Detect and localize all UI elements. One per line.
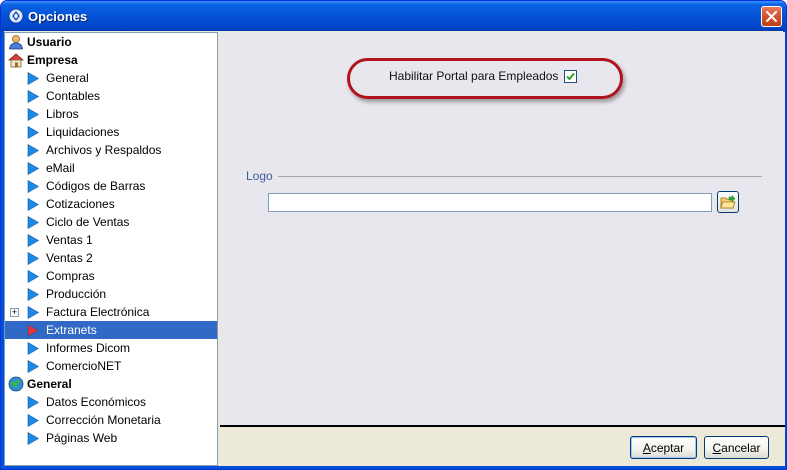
tree-item-label: Datos Económicos — [46, 395, 147, 409]
arrow-right-icon — [27, 323, 40, 337]
checkmark-icon — [566, 72, 576, 80]
tree-item-label: Compras — [46, 269, 95, 283]
tree-item-label: Contables — [46, 89, 101, 103]
tree-item-email[interactable]: eMail — [5, 159, 217, 177]
accept-button[interactable]: Aceptar — [630, 436, 697, 459]
dialog-button-bar: Aceptar Cancelar — [220, 425, 785, 466]
tree-item-archivos-y-respaldos[interactable]: Archivos y Respaldos — [5, 141, 217, 159]
tree-group-label: Empresa — [27, 53, 78, 67]
arrow-right-icon — [27, 269, 40, 283]
tree-item-label: Ventas 1 — [46, 233, 93, 247]
cancel-button[interactable]: Cancelar — [704, 436, 769, 459]
tree-group-general[interactable]: General — [5, 375, 217, 393]
tree-item-label: Corrección Monetaria — [46, 413, 161, 427]
tree-item-label: Producción — [46, 287, 107, 301]
tree-item-label: General — [46, 71, 89, 85]
portal-checkbox-label: Habilitar Portal para Empleados — [389, 69, 559, 83]
tree-item-contables[interactable]: Contables — [5, 87, 217, 105]
tree-item-produccion[interactable]: Producción — [5, 285, 217, 303]
open-folder-icon — [720, 194, 736, 208]
tree-item-libros[interactable]: Libros — [5, 105, 217, 123]
tree-item-ciclo-de-ventas[interactable]: Ciclo de Ventas — [5, 213, 217, 231]
tree-group-usuario[interactable]: Usuario — [5, 33, 217, 51]
tree-item-label: Libros — [46, 107, 79, 121]
tree-item-label: Informes Dicom — [46, 341, 131, 355]
options-dialog: Opciones Usuario Empresa General Contables L… — [0, 0, 787, 470]
tree-item-label: Cotizaciones — [46, 197, 115, 211]
tree-item-label: Códigos de Barras — [46, 179, 146, 193]
tree-item-general[interactable]: General — [5, 69, 217, 87]
tree-item-informes-dicom[interactable]: Informes Dicom — [5, 339, 217, 357]
arrow-right-icon — [27, 395, 40, 409]
portal-option[interactable]: Habilitar Portal para Empleados — [389, 69, 578, 83]
tree-item-label: Factura Electrónica — [46, 305, 150, 319]
app-icon — [8, 8, 24, 24]
tree-item-datos-economicos[interactable]: Datos Económicos — [5, 393, 217, 411]
tree-item-label: ComercioNET — [46, 359, 122, 373]
arrow-right-icon — [27, 251, 40, 265]
tree-item-factura-electronica[interactable]: + Factura Electrónica — [5, 303, 217, 321]
arrow-right-icon — [27, 125, 40, 139]
tree-item-label: Ventas 2 — [46, 251, 93, 265]
tree-item-cotizaciones[interactable]: Cotizaciones — [5, 195, 217, 213]
expand-toggle-icon[interactable]: + — [10, 308, 19, 317]
accept-button-label: Aceptar — [642, 440, 685, 455]
globe-icon — [8, 376, 24, 392]
tree-item-correccion-monetaria[interactable]: Corrección Monetaria — [5, 411, 217, 429]
tree-item-liquidaciones[interactable]: Liquidaciones — [5, 123, 217, 141]
arrow-right-icon — [27, 359, 40, 373]
logo-group-divider — [278, 176, 762, 177]
arrow-right-icon — [27, 413, 40, 427]
tree-item-label: eMail — [46, 161, 75, 175]
tree-item-label: Páginas Web — [46, 431, 118, 445]
tree-item-codigos-de-barras[interactable]: Códigos de Barras — [5, 177, 217, 195]
options-tree[interactable]: Usuario Empresa General Contables Libros Liqu… — [4, 32, 218, 466]
tree-item-label: Ciclo de Ventas — [46, 215, 130, 229]
arrow-right-icon — [27, 71, 40, 85]
arrow-right-icon — [27, 89, 40, 103]
tree-item-extranets[interactable]: Extranets — [5, 321, 217, 339]
tree-item-paginas-web[interactable]: Páginas Web — [5, 429, 217, 447]
arrow-right-icon — [27, 197, 40, 211]
tree-item-label: Archivos y Respaldos — [46, 143, 162, 157]
arrow-right-icon — [27, 287, 40, 301]
tree-group-label: Usuario — [27, 35, 72, 49]
close-button[interactable] — [761, 6, 782, 27]
tree-item-ventas-1[interactable]: Ventas 1 — [5, 231, 217, 249]
arrow-right-icon — [27, 233, 40, 247]
arrow-right-icon — [27, 161, 40, 175]
logo-group-label: Logo — [246, 169, 273, 183]
house-icon — [7, 52, 25, 68]
portal-checkbox[interactable] — [564, 69, 578, 83]
tree-item-label: Liquidaciones — [46, 125, 120, 139]
logo-path-input[interactable] — [268, 193, 712, 212]
user-icon — [8, 34, 24, 50]
tree-group-label: General — [27, 377, 72, 391]
tree-item-comercionet[interactable]: ComercioNET — [5, 357, 217, 375]
tree-group-empresa[interactable]: Empresa — [5, 51, 217, 69]
settings-panel: Habilitar Portal para Empleados Logo — [220, 32, 785, 425]
tree-item-label: Extranets — [46, 323, 97, 337]
cancel-button-label: Cancelar — [712, 440, 761, 455]
window-title: Opciones — [28, 9, 88, 24]
close-icon — [766, 11, 777, 22]
browse-logo-button[interactable] — [717, 191, 739, 213]
arrow-right-icon — [27, 431, 40, 445]
arrow-right-icon — [27, 143, 40, 157]
tree-item-compras[interactable]: Compras — [5, 267, 217, 285]
window-frame — [1, 466, 786, 469]
arrow-right-icon — [27, 305, 40, 319]
tree-item-ventas-2[interactable]: Ventas 2 — [5, 249, 217, 267]
arrow-right-icon — [27, 107, 40, 121]
arrow-right-icon — [27, 341, 40, 355]
arrow-right-icon — [27, 179, 40, 193]
title-bar[interactable]: Opciones — [1, 1, 786, 31]
arrow-right-icon — [27, 215, 40, 229]
